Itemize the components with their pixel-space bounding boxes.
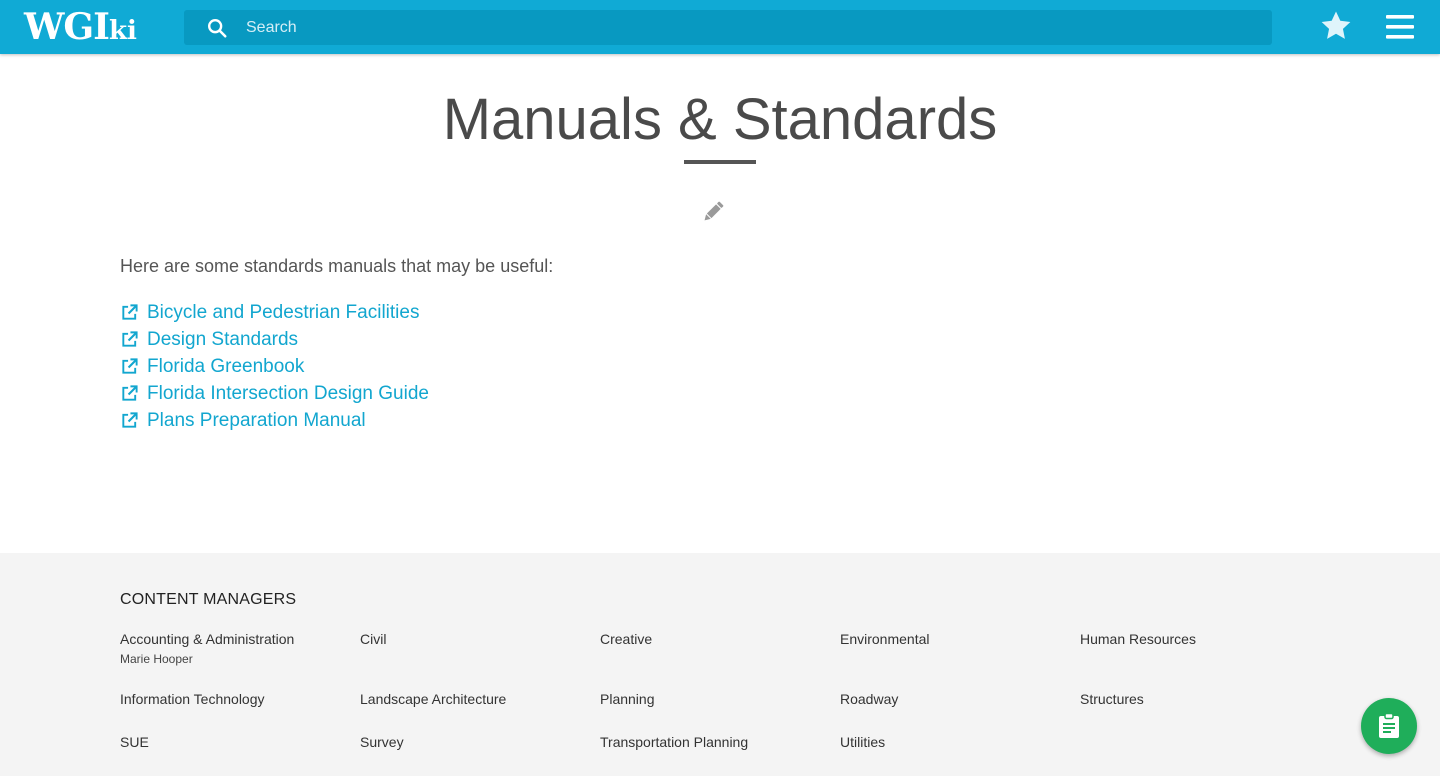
footer-heading: CONTENT MANAGERS — [120, 591, 297, 608]
manager-sue[interactable]: SUE — [120, 734, 149, 750]
manager-transportation-planning[interactable]: Transportation Planning — [600, 734, 748, 750]
department-label: Environmental — [840, 631, 930, 647]
manager-name: Marie Hooper — [120, 652, 193, 666]
manager-roadway[interactable]: Roadway — [840, 691, 898, 707]
manager-landscape-architecture[interactable]: Landscape Architecture — [360, 691, 506, 707]
manager-human-resources[interactable]: Human Resources — [1080, 631, 1196, 647]
link-label: Design Standards — [147, 328, 299, 350]
department-label: Utilities — [840, 734, 886, 750]
manager-civil[interactable]: Civil — [360, 631, 386, 647]
department-label: SUE — [120, 734, 149, 750]
footer-content-managers: CONTENT MANAGERS Accounting & Administra… — [0, 553, 1440, 776]
list-item: Design Standards — [120, 326, 429, 353]
feedback-fab-button[interactable] — [1361, 698, 1417, 754]
list-item: Florida Intersection Design Guide — [120, 380, 429, 407]
external-link-icon — [122, 358, 138, 374]
department-label: Accounting & Administration — [120, 631, 295, 647]
department-label: Information Technology — [120, 691, 265, 707]
page-title: Manuals & Standards — [442, 87, 998, 152]
link-bicycle-pedestrian-facilities[interactable]: Bicycle and Pedestrian Facilities — [120, 302, 419, 324]
intro-text: Here are some standards manuals that may… — [120, 256, 554, 276]
logo-suffix-text: ki — [109, 16, 137, 46]
manager-environmental[interactable]: Environmental — [840, 631, 930, 647]
list-item: Florida Greenbook — [120, 353, 429, 380]
external-link-icon — [122, 385, 138, 401]
search-icon[interactable] — [206, 17, 228, 39]
link-design-standards[interactable]: Design Standards — [120, 329, 298, 351]
manuals-link-list: Bicycle and Pedestrian Facilities Design… — [120, 299, 429, 434]
wgiki-logo[interactable]: WGIki — [24, 6, 137, 48]
department-label: Transportation Planning — [600, 734, 749, 750]
star-icon[interactable] — [1319, 9, 1353, 43]
external-link-icon — [122, 304, 138, 320]
manager-accounting-administration[interactable]: Accounting & Administration Marie Hooper — [120, 631, 294, 666]
pencil-icon[interactable] — [700, 199, 726, 225]
search-input[interactable] — [246, 10, 1246, 45]
manager-survey[interactable]: Survey — [360, 734, 404, 750]
department-label: Civil — [360, 631, 387, 647]
department-label: Landscape Architecture — [360, 691, 507, 707]
department-label: Structures — [1080, 691, 1144, 707]
department-label: Planning — [600, 691, 655, 707]
title-underline — [684, 160, 756, 164]
manager-creative[interactable]: Creative — [600, 631, 652, 647]
department-label: Creative — [600, 631, 653, 647]
link-label: Florida Intersection Design Guide — [147, 382, 429, 404]
manager-structures[interactable]: Structures — [1080, 691, 1144, 707]
department-label: Human Resources — [1080, 631, 1196, 647]
logo-main-text: WGI — [24, 6, 110, 48]
top-navbar: WGIki — [0, 0, 1440, 54]
link-label: Plans Preparation Manual — [147, 409, 366, 431]
clipboard-icon — [1379, 713, 1399, 738]
external-link-icon — [122, 412, 138, 428]
department-label: Survey — [360, 734, 404, 750]
list-item: Bicycle and Pedestrian Facilities — [120, 299, 429, 326]
manager-planning[interactable]: Planning — [600, 691, 655, 707]
list-item: Plans Preparation Manual — [120, 407, 429, 434]
link-label: Florida Greenbook — [147, 355, 305, 377]
manager-utilities[interactable]: Utilities — [840, 734, 885, 750]
link-plans-preparation-manual[interactable]: Plans Preparation Manual — [120, 410, 366, 432]
manager-information-technology[interactable]: Information Technology — [120, 691, 265, 707]
external-link-icon — [122, 331, 138, 347]
link-florida-intersection-design-guide[interactable]: Florida Intersection Design Guide — [120, 383, 429, 405]
link-florida-greenbook[interactable]: Florida Greenbook — [120, 356, 304, 378]
search-bar — [184, 10, 1272, 45]
department-label: Roadway — [840, 691, 899, 707]
link-label: Bicycle and Pedestrian Facilities — [147, 301, 420, 323]
hamburger-menu-icon[interactable] — [1384, 12, 1416, 42]
